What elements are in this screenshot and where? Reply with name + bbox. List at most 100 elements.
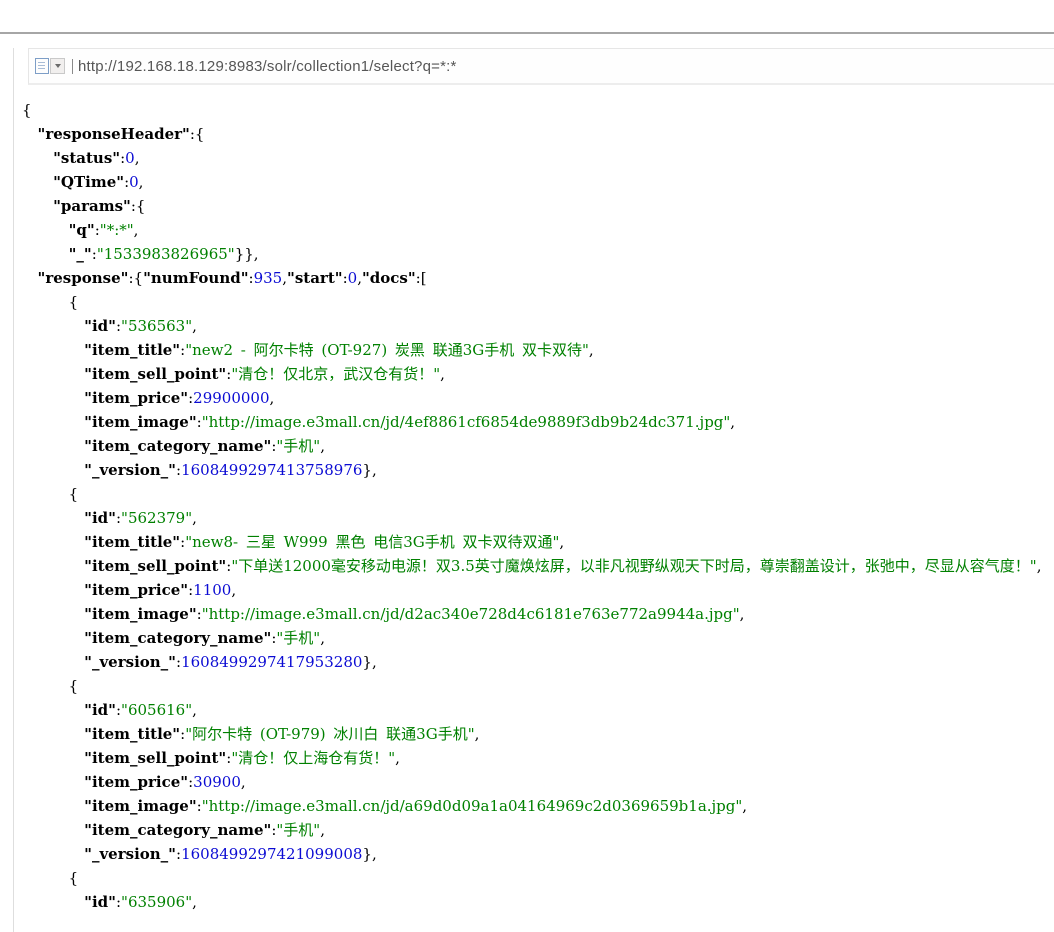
json-line: "item_category_name":"手机", <box>22 434 1054 458</box>
json-key: "id" <box>84 893 116 911</box>
json-punctuation: , <box>475 725 480 743</box>
json-punctuation: , <box>192 317 197 335</box>
json-punctuation: { <box>22 485 78 503</box>
json-line: "response":{"numFound":935,"start":0,"do… <box>22 266 1054 290</box>
json-line: "_version_":1608499297421099008}, <box>22 842 1054 866</box>
json-punctuation: , <box>139 173 144 191</box>
json-punctuation: , <box>742 797 747 815</box>
json-key: "item_price" <box>84 389 188 407</box>
json-punctuation <box>22 197 53 215</box>
json-string-value: "下单送12000毫安移动电源！双3.5英寸魔焕炫屏，以非凡视野纵观天下时局，尊… <box>231 557 1036 575</box>
json-punctuation <box>22 509 84 527</box>
json-string-value: "清仓！仅北京，武汉仓有货！" <box>231 365 440 383</box>
json-line: "item_title":"阿尔卡特 (OT-979) 冰川白 联通3G手机", <box>22 722 1054 746</box>
json-line: "item_sell_point":"清仓！仅上海仓有货！", <box>22 746 1054 770</box>
json-punctuation: :{ <box>131 197 146 215</box>
json-key: "item_sell_point" <box>84 749 226 767</box>
address-dropdown-button[interactable] <box>50 58 65 74</box>
json-key: "numFound" <box>143 269 248 287</box>
json-response-body: { "responseHeader":{ "status":0, "QTime"… <box>14 85 1054 914</box>
json-line: "item_category_name":"手机", <box>22 626 1054 650</box>
json-string-value: "http://image.e3mall.cn/jd/4ef8861cf6854… <box>202 413 731 431</box>
json-key: "item_price" <box>84 773 188 791</box>
json-punctuation: , <box>231 581 236 599</box>
json-punctuation: { <box>22 677 78 695</box>
json-string-value: "http://image.e3mall.cn/jd/d2ac340e728d4… <box>202 605 740 623</box>
json-key: "_version_" <box>84 653 176 671</box>
json-string-value: "new8- 三星 W999 黑色 电信3G手机 双卡双待双通" <box>185 533 559 551</box>
json-string-value: "手机" <box>276 629 320 647</box>
json-punctuation: :{ <box>190 125 205 143</box>
json-punctuation: :[ <box>416 269 427 287</box>
json-line: "responseHeader":{ <box>22 122 1054 146</box>
json-string-value: "1533983826965" <box>97 245 235 263</box>
json-punctuation: , <box>440 365 445 383</box>
json-line: "item_title":"new2 - 阿尔卡特 (OT-927) 炭黑 联通… <box>22 338 1054 362</box>
json-line: "id":"536563", <box>22 314 1054 338</box>
json-string-value: "清仓！仅上海仓有货！" <box>231 749 395 767</box>
json-punctuation <box>22 269 38 287</box>
json-line: "id":"605616", <box>22 698 1054 722</box>
json-string-value: "阿尔卡特 (OT-979) 冰川白 联通3G手机" <box>185 725 474 743</box>
json-key: "_version_" <box>84 461 176 479</box>
page-favicon-icon <box>35 58 49 74</box>
json-string-value: "手机" <box>276 437 320 455</box>
json-line: "item_image":"http://image.e3mall.cn/jd/… <box>22 602 1054 626</box>
json-punctuation: , <box>192 509 197 527</box>
json-number-value: 1608499297421099008 <box>181 845 362 863</box>
json-punctuation <box>22 845 84 863</box>
json-string-value: "http://image.e3mall.cn/jd/a69d0d09a1a04… <box>202 797 743 815</box>
json-line: "item_image":"http://image.e3mall.cn/jd/… <box>22 794 1054 818</box>
json-key: "params" <box>53 197 131 215</box>
json-key: "id" <box>84 317 116 335</box>
json-key: "QTime" <box>53 173 124 191</box>
json-key: "item_category_name" <box>84 437 271 455</box>
json-line: "item_sell_point":"下单送12000毫安移动电源！双3.5英寸… <box>22 554 1054 578</box>
json-punctuation: , <box>559 533 564 551</box>
json-number-value: 1100 <box>193 581 231 599</box>
address-bar[interactable]: http://192.168.18.129:8983/solr/collecti… <box>28 48 1054 85</box>
json-punctuation <box>22 413 84 431</box>
json-punctuation <box>22 365 84 383</box>
json-number-value: 1608499297413758976 <box>181 461 362 479</box>
json-punctuation <box>22 605 84 623</box>
json-key: "start" <box>287 269 343 287</box>
json-line: { <box>22 482 1054 506</box>
json-punctuation <box>22 749 84 767</box>
json-number-value: 29900000 <box>193 389 269 407</box>
json-line: "item_price":30900, <box>22 770 1054 794</box>
json-line: "id":"562379", <box>22 506 1054 530</box>
json-key: "item_title" <box>84 341 180 359</box>
json-key: "id" <box>84 509 116 527</box>
json-punctuation: , <box>134 221 139 239</box>
text-caret <box>72 59 73 74</box>
json-line: "item_price":29900000, <box>22 386 1054 410</box>
json-punctuation <box>22 725 84 743</box>
json-punctuation <box>22 389 84 407</box>
json-line: "params":{ <box>22 194 1054 218</box>
json-punctuation: , <box>320 629 325 647</box>
json-line: { <box>22 98 1054 122</box>
json-string-value: "536563" <box>121 317 192 335</box>
json-punctuation <box>22 701 84 719</box>
json-punctuation: , <box>730 413 735 431</box>
address-url-text[interactable]: http://192.168.18.129:8983/solr/collecti… <box>78 58 457 75</box>
json-punctuation <box>22 653 84 671</box>
json-string-value: "*:*" <box>100 221 134 239</box>
json-punctuation <box>22 533 84 551</box>
json-key: "id" <box>84 701 116 719</box>
json-punctuation: , <box>192 893 197 911</box>
json-line: "id":"635906", <box>22 890 1054 914</box>
json-key: "item_category_name" <box>84 629 271 647</box>
json-punctuation: }, <box>362 653 376 671</box>
json-key: "item_sell_point" <box>84 365 226 383</box>
json-punctuation: , <box>192 701 197 719</box>
json-number-value: 935 <box>254 269 283 287</box>
json-punctuation <box>22 221 69 239</box>
browser-chrome-gap <box>0 0 1054 32</box>
json-string-value: "635906" <box>121 893 192 911</box>
json-punctuation: }, <box>362 461 376 479</box>
json-line: "item_sell_point":"清仓！仅北京，武汉仓有货！", <box>22 362 1054 386</box>
json-punctuation: , <box>740 605 745 623</box>
json-punctuation <box>22 629 84 647</box>
